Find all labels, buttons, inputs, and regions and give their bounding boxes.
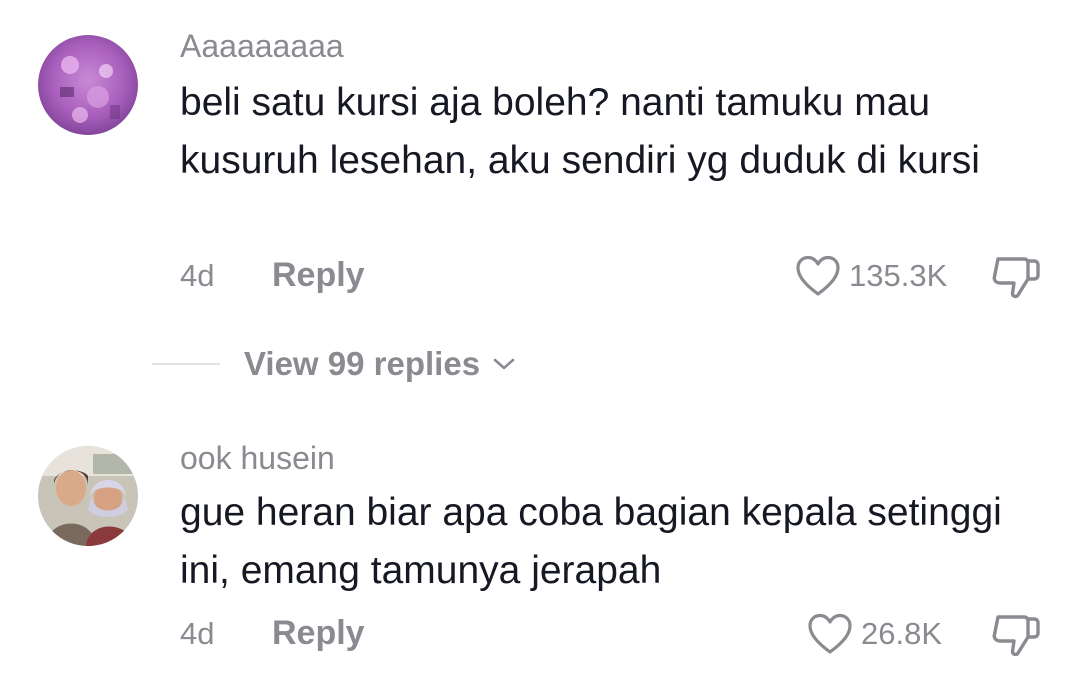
chevron-down-icon	[493, 358, 515, 370]
view-replies-label: View 99 replies	[244, 345, 481, 382]
replies-divider	[152, 363, 220, 365]
heart-icon	[808, 613, 852, 654]
comment-username[interactable]: Aaaaaaaaa	[180, 28, 344, 65]
dislike-button[interactable]	[990, 613, 1042, 664]
reply-button[interactable]: Reply	[272, 256, 365, 295]
thumbs-down-icon	[992, 615, 1040, 657]
like-count: 135.3K	[849, 258, 948, 293]
thumbs-down-icon	[992, 257, 1040, 299]
comment-text: gue heran biar apa coba bagian kepala se…	[180, 491, 1002, 592]
like-button[interactable]: 26.8K	[807, 613, 942, 655]
heart-icon	[796, 255, 840, 296]
avatar[interactable]	[38, 35, 138, 135]
like-count: 26.8K	[861, 616, 943, 651]
view-replies-button[interactable]: View 99 replies	[152, 345, 516, 383]
like-button[interactable]: 135.3K	[795, 255, 947, 297]
avatar-image	[38, 35, 138, 135]
dislike-button[interactable]	[990, 255, 1042, 306]
avatar[interactable]	[38, 446, 138, 546]
comment-username[interactable]: ook husein	[180, 440, 335, 477]
comment-timestamp: 4d	[180, 258, 215, 293]
reply-button[interactable]: Reply	[272, 614, 365, 653]
comment-text: beli satu kursi aja boleh? nanti tamuku …	[180, 81, 980, 182]
avatar-image	[38, 446, 138, 546]
comment-timestamp: 4d	[180, 616, 215, 651]
